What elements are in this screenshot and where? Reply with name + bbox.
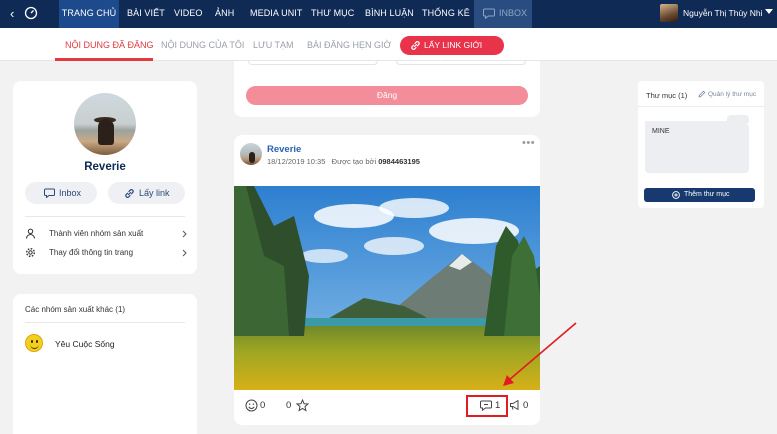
get-link-button-label: Lấy link [139, 188, 170, 198]
post-card: Reverie 18/12/2019 10:35 Được tạo bởi 09… [234, 135, 540, 425]
chat-bubble-icon [483, 8, 495, 19]
post-author-avatar[interactable] [240, 143, 262, 165]
folder-item-label: MINE [652, 128, 670, 135]
profile-card: Reverie Inbox Lấy link Thành viên nhóm s… [13, 81, 197, 274]
divider [638, 106, 764, 107]
folders-title-text: Thư mục [646, 91, 677, 100]
subtab-published[interactable]: NỘI DUNG ĐÃ ĐĂNG [65, 40, 154, 50]
composer-field[interactable] [396, 61, 526, 65]
other-groups-title: Các nhóm sản xuất khác (1) [25, 305, 125, 314]
reaction-button[interactable]: 0 [245, 399, 271, 413]
divider [25, 216, 185, 217]
post-meta: 18/12/2019 10:35 Được tạo bởi 0984463195 [267, 157, 420, 166]
megaphone-icon [510, 400, 519, 410]
star-button[interactable]: 0 [286, 399, 312, 413]
person-icon [26, 228, 35, 239]
subtab-scheduled[interactable]: BÀI ĐĂNG HẸN GIỜ [307, 40, 391, 50]
inbox-button-label: Inbox [59, 188, 82, 198]
get-link-button[interactable]: Lấy link [108, 182, 185, 204]
smiley-outline-icon [245, 399, 258, 412]
share-count: 0 [523, 400, 529, 411]
profile-avatar [74, 93, 136, 155]
more-options-icon[interactable]: ••• [522, 137, 535, 149]
post-created-by-label: Được tạo bởi [331, 157, 377, 166]
divider [25, 322, 185, 323]
share-button[interactable]: 0 [509, 399, 533, 413]
menu-production-team[interactable]: Thành viên nhóm sản xuất [25, 226, 187, 242]
nav-tab-video[interactable]: VIDEO [174, 0, 203, 28]
nav-tab-photos[interactable]: ẢNH [215, 0, 234, 28]
gear-icon [26, 248, 35, 257]
add-folder-label: Thêm thư mục [684, 191, 730, 198]
subtab-drafts[interactable]: LƯU TẠM [253, 40, 294, 50]
back-chevron-icon[interactable]: ‹ [10, 6, 14, 22]
post-timestamp: 18/12/2019 10:35 [267, 157, 326, 166]
user-avatar[interactable] [660, 4, 678, 22]
subtab-my-content[interactable]: NỘI DUNG CỦA TÔI [161, 40, 244, 50]
add-folder-button[interactable]: Thêm thư mục [644, 188, 755, 202]
user-name[interactable]: Nguyễn Thị Thùy Nhi [683, 8, 763, 18]
menu-production-team-label: Thành viên nhóm sản xuất [49, 229, 144, 238]
post-image[interactable] [234, 186, 540, 390]
folders-count: (1) [678, 91, 688, 100]
other-groups-card: Các nhóm sản xuất khác (1) Yêu Cuộc Sống [13, 294, 197, 434]
folders-title: Thư mục (1) [646, 91, 687, 100]
folders-card: Thư mục (1) Quản lý thư mục MINE Thêm th… [638, 81, 764, 208]
caret-down-icon[interactable] [765, 9, 773, 14]
dashboard-gauge-icon[interactable] [24, 6, 38, 20]
chevron-right-icon [182, 230, 187, 238]
nav-tab-folders[interactable]: THƯ MỤC [311, 0, 354, 28]
nav-tab-posts[interactable]: BÀI VIẾT [127, 0, 165, 28]
plus-circle-icon [672, 191, 680, 199]
publish-button[interactable]: Đăng [246, 86, 528, 105]
reaction-count: 0 [260, 400, 266, 411]
comment-highlight-box [466, 395, 508, 417]
star-outline-icon [296, 399, 309, 412]
profile-name: Reverie [84, 161, 126, 173]
other-groups-title-text: Các nhóm sản xuất khác [25, 305, 114, 314]
folder-item[interactable]: MINE [645, 115, 749, 173]
top-navbar: ‹ TRANG CHỦ BÀI VIẾT VIDEO ẢNH MEDIA UNI… [0, 0, 777, 28]
star-count: 0 [286, 400, 292, 411]
post-created-by: 0984463195 [378, 157, 420, 166]
link-icon [125, 189, 134, 198]
group-item-name[interactable]: Yêu Cuộc Sống [55, 339, 115, 349]
other-groups-count: (1) [115, 305, 126, 314]
get-referral-link-button[interactable]: LẤY LINK GIỚI THIỆU [400, 36, 504, 69]
post-composer: Đăng [234, 61, 540, 117]
smiley-icon[interactable] [25, 334, 43, 352]
chevron-right-icon [182, 249, 187, 257]
nav-tab-media-unit[interactable]: MEDIA UNIT [250, 0, 303, 28]
post-author-name[interactable]: Reverie [267, 144, 301, 155]
menu-edit-page-info-label: Thay đổi thông tin trang [49, 248, 134, 257]
nav-tab-comments[interactable]: BÌNH LUẬN [365, 0, 414, 28]
nav-tab-stats[interactable]: THỐNG KÊ [422, 0, 470, 28]
active-tab-underline [55, 58, 153, 61]
nav-inbox-label: INBOX [499, 8, 528, 18]
link-icon [411, 41, 420, 50]
inbox-button[interactable]: Inbox [25, 182, 97, 204]
nav-tab-home[interactable]: TRANG CHỦ [59, 0, 119, 28]
manage-folders-label: Quản lý thư mục [708, 91, 757, 98]
menu-edit-page-info[interactable]: Thay đổi thông tin trang [25, 245, 187, 261]
chat-bubble-icon [44, 188, 55, 198]
composer-field[interactable] [248, 61, 378, 65]
content-subnav: NỘI DUNG ĐÃ ĐĂNG NỘI DUNG CỦA TÔI LƯU TẠ… [0, 28, 777, 69]
nav-tab-inbox[interactable]: INBOX [474, 0, 532, 28]
pencil-icon [698, 90, 706, 98]
